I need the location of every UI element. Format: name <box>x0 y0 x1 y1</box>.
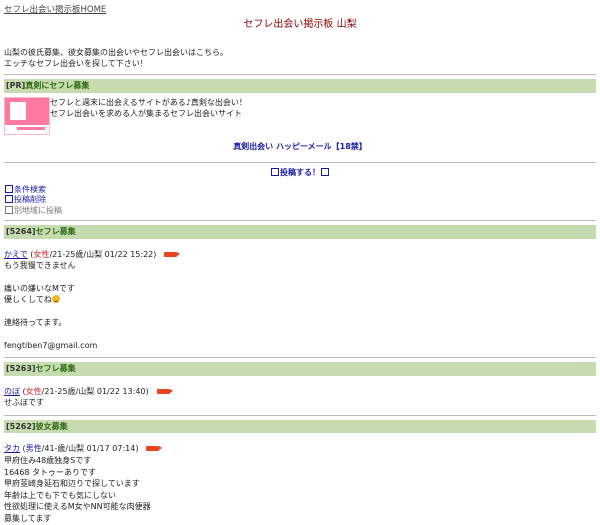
post-id: [5262] <box>6 421 36 431</box>
pr-bar-title: 真剣にセフレ募集 <box>25 81 90 90</box>
smile-emoji-icon <box>51 295 60 304</box>
post-bar: [5262]彼女募集 <box>4 419 596 434</box>
poster-name[interactable]: タカ <box>4 444 20 453</box>
post-line-with-emoji: 優しくしてね <box>4 294 596 306</box>
post-line: 連絡待ってます。 <box>4 317 67 327</box>
intro-line-1: 山梨の彼氏募集、彼女募集の出会いやセフレ出会いはこちら。 <box>4 47 228 57</box>
ad-text: セフレと週末に出会えるサイトがある♪真剣な出会い！ セフレ出会いを求める人が集ま… <box>50 97 247 120</box>
post-line: もう我慢できません <box>4 261 76 271</box>
other-region-label: 別地域に投稿 <box>14 205 62 215</box>
divider <box>4 357 596 359</box>
post-id: [5263] <box>6 364 36 374</box>
post-line: 甲府韮崎身延石和辺りで探しています <box>4 479 140 489</box>
checkbox-icon <box>271 168 279 177</box>
intro-line-2: エッチなセフレ出会いを探して下さい！ <box>4 59 148 69</box>
divider <box>4 219 596 221</box>
poster-gender: 女性 <box>33 249 50 259</box>
post-line: 16468 タトゥーありです <box>4 467 96 477</box>
post-category: セフレ募集 <box>35 226 76 236</box>
post-bar: [5263]セフレ募集 <box>4 362 596 376</box>
checkbox-icon <box>321 168 329 177</box>
page-title: セフレ出会い掲示板 山梨 <box>243 19 357 31</box>
post-entry: タカ (男性/41-歳/山梨 01/17 07:14) 甲府住み48歳独身Sです… <box>4 443 596 524</box>
post-line: せふぼです <box>4 398 44 408</box>
mail-icon[interactable] <box>156 388 173 394</box>
post-button-wrap: 投稿する！ <box>4 167 596 179</box>
post-line: 募集してます <box>4 514 52 524</box>
other-region-link[interactable]: 別地域に投稿 <box>4 205 62 215</box>
poster-detail: /21-25歳/山梨 01/22 13:40) <box>41 386 149 396</box>
ad-banner-image[interactable] <box>4 96 50 135</box>
delete-link-label: 投稿削除 <box>14 195 46 205</box>
ad-link-wrap: 真剣出会い ハッピーメール【18禁】 <box>4 141 596 153</box>
checkbox-icon <box>5 205 13 214</box>
page: セフレ出会い掲示板HOME セフレ出会い掲示板 山梨 山梨の彼氏募集、彼女募集の… <box>0 0 600 525</box>
post-bar: [5264]セフレ募集 <box>4 224 596 239</box>
checkbox-icon <box>5 195 13 204</box>
post-meta: かえで (女性/21-25歳/山梨 01/22 15:22) <box>4 249 596 261</box>
post-line: 甲府住み48歳独身Sです <box>4 456 92 466</box>
post-category: セフレ募集 <box>35 364 76 374</box>
pr-bar: [PR]真剣にセフレ募集 <box>4 79 596 93</box>
poster-name[interactable]: のぼ <box>4 387 20 396</box>
post-email: fengtiben7@gmail.com <box>4 340 98 350</box>
post-line: 年齢は上でも下でも気にしない <box>4 490 116 500</box>
divider <box>4 414 596 416</box>
poster-detail: /21-25歳/山梨 01/22 15:22) <box>49 249 157 259</box>
post-category: 彼女募集 <box>35 421 68 431</box>
divider <box>4 162 596 164</box>
pr-ad: セフレと週末に出会えるサイトがある♪真剣な出会い！ セフレ出会いを求める人が集ま… <box>4 96 596 135</box>
divider <box>4 74 596 75</box>
home-link[interactable]: セフレ出会い掲示板HOME <box>4 5 106 15</box>
poster-detail: /41-歳/山梨 01/17 07:14) <box>41 444 139 454</box>
post-entry: かえで (女性/21-25歳/山梨 01/22 15:22) もう我慢できません… <box>4 249 596 352</box>
post-button[interactable]: 投稿する！ <box>270 168 330 177</box>
post-line-text: 優しくしてね <box>4 295 52 305</box>
pr-bar-prefix: [PR] <box>6 81 26 90</box>
poster-gender: 女性 <box>25 386 42 396</box>
menu: 条件検索 投稿削除 別地域に投稿 <box>4 184 596 216</box>
ad-line-2: セフレ出会いを求める人が集まるセフレ出会いサイト <box>50 109 242 119</box>
post-meta: のぼ (女性/21-25歳/山梨 01/22 13:40) <box>4 386 596 398</box>
poster-gender: 男性 <box>25 444 42 454</box>
post-id: [5264] <box>6 226 36 236</box>
mail-icon[interactable] <box>146 446 163 452</box>
poster-name[interactable]: かえで <box>4 250 28 259</box>
checkbox-icon <box>5 184 13 193</box>
mail-icon[interactable] <box>164 251 181 257</box>
post-button-label: 投稿する！ <box>280 168 320 178</box>
ad-line-1: セフレと週末に出会えるサイトがある♪真剣な出会い！ <box>50 97 247 107</box>
intro: 山梨の彼氏募集、彼女募集の出会いやセフレ出会いはこちら。 エッチなセフレ出会いを… <box>4 47 596 70</box>
post-entry: のぼ (女性/21-25歳/山梨 01/22 13:40) せふぼです <box>4 386 596 409</box>
search-link[interactable]: 条件検索 <box>4 184 46 194</box>
post-line: 性欲処理に使えるM女やNN可能な肉便器 <box>4 502 151 512</box>
ad-link[interactable]: 真剣出会い ハッピーメール【18禁】 <box>233 142 367 151</box>
delete-link[interactable]: 投稿削除 <box>4 195 46 204</box>
post-line: 痛いの嫌いなMです <box>4 283 75 293</box>
search-link-label: 条件検索 <box>14 184 46 194</box>
post-meta: タカ (男性/41-歳/山梨 01/17 07:14) <box>4 443 596 455</box>
